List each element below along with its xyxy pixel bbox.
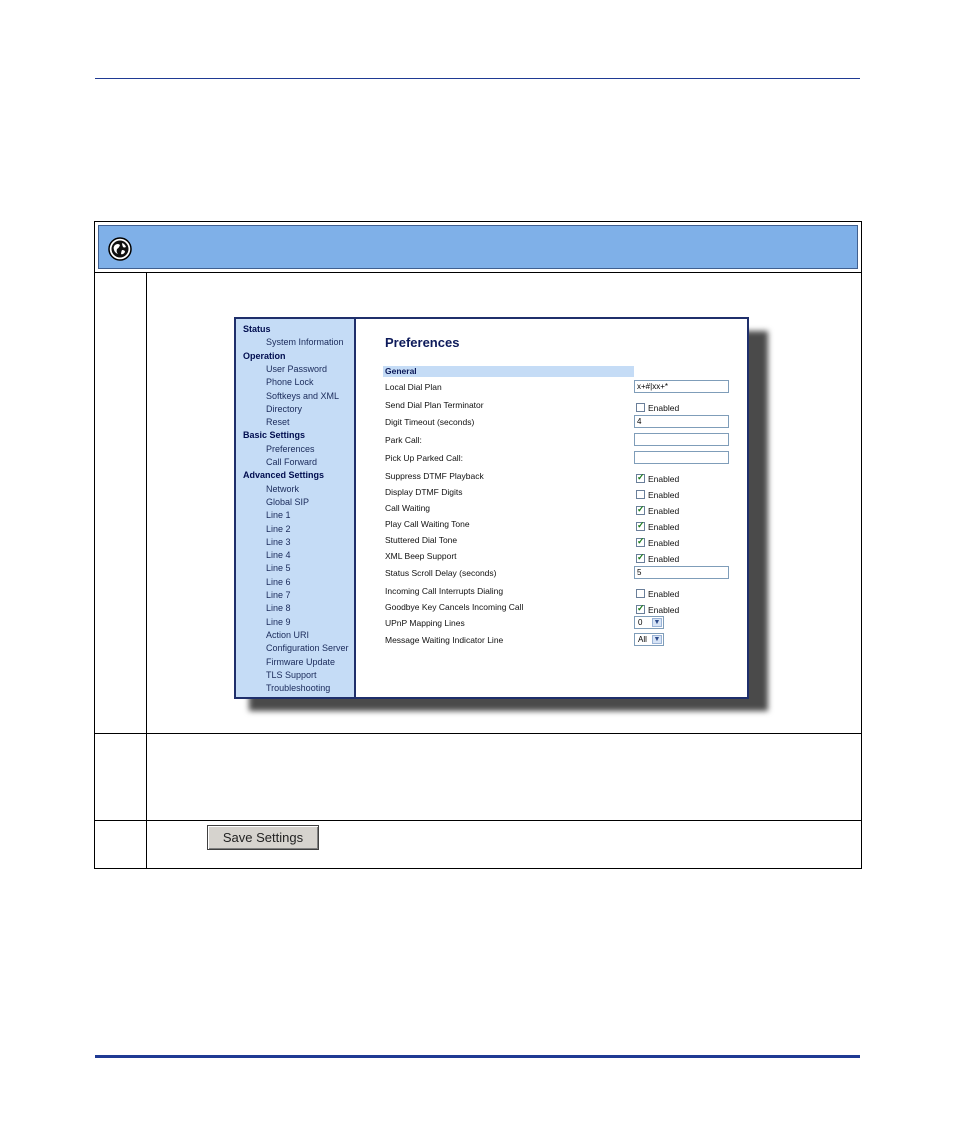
divider — [95, 820, 861, 821]
field-label-send-dial-plan-terminator: Send Dial Plan Terminator — [385, 400, 484, 410]
sidebar-item-softkeys-and-xml[interactable]: Softkeys and XML — [266, 391, 339, 401]
globe-icon — [108, 237, 132, 261]
section-header-general: General — [383, 366, 634, 377]
sidebar-item-line-3[interactable]: Line 3 — [266, 537, 291, 547]
divider — [95, 733, 861, 734]
save-settings-button[interactable]: Save Settings — [207, 825, 319, 850]
checkbox-label-enabled: Enabled — [648, 505, 680, 516]
sidebar-item-line-1[interactable]: Line 1 — [266, 510, 291, 520]
field-label-pick-up-parked-call: Pick Up Parked Call: — [385, 453, 463, 463]
field-label-display-dtmf-digits: Display DTMF Digits — [385, 487, 463, 497]
sidebar-nav: Status System Information Operation User Pa… — [236, 319, 356, 697]
sidebar-item-line-6[interactable]: Line 6 — [266, 577, 291, 587]
field-label-goodbye-key-cancels-incoming-call: Goodbye Key Cancels Incoming Call — [385, 602, 524, 612]
sidebar-item-preferences[interactable]: Preferences — [266, 444, 315, 454]
sidebar-item-line-8[interactable]: Line 8 — [266, 603, 291, 613]
bottom-rule — [95, 1055, 860, 1058]
sidebar-item-reset[interactable]: Reset — [266, 417, 290, 427]
display-dtmf-digits-checkbox[interactable] — [636, 490, 645, 500]
sidebar-item-line-7[interactable]: Line 7 — [266, 590, 291, 600]
nav-group-status: Status — [243, 324, 271, 334]
select-value: 0 — [638, 618, 643, 627]
sidebar-item-line-2[interactable]: Line 2 — [266, 524, 291, 534]
field-label-upnp-mapping-lines: UPnP Mapping Lines — [385, 618, 465, 628]
play-call-waiting-tone-checkbox[interactable] — [636, 520, 645, 532]
upnp-mapping-lines-select[interactable]: 0 ▼ — [634, 616, 664, 629]
call-waiting-checkbox[interactable] — [636, 504, 645, 516]
incoming-call-interrupts-dialing-checkbox[interactable] — [636, 589, 645, 599]
field-label-call-waiting: Call Waiting — [385, 503, 431, 513]
local-dial-plan-input[interactable]: x+#|xx+* — [634, 380, 729, 393]
sidebar-item-firmware-update[interactable]: Firmware Update — [266, 657, 335, 667]
nav-group-operation: Operation — [243, 350, 286, 361]
web-ui-screenshot: Status System Information Operation User Pa… — [234, 317, 749, 699]
sidebar-item-global-sip[interactable]: Global SIP — [266, 497, 309, 507]
status-scroll-delay-seconds-input[interactable]: 5 — [634, 566, 729, 579]
checkbox-label-enabled: Enabled — [648, 489, 680, 500]
chevron-down-icon[interactable]: ▼ — [652, 618, 662, 627]
sidebar-item-network[interactable]: Network — [266, 484, 299, 494]
page-title: Preferences — [385, 335, 460, 350]
checkbox-label-enabled: Enabled — [648, 402, 680, 413]
sidebar-item-line-5[interactable]: Line 5 — [266, 563, 291, 573]
sidebar-item-user-password[interactable]: User Password — [266, 364, 327, 374]
checkbox-label-enabled: Enabled — [648, 473, 680, 484]
field-label-stuttered-dial-tone: Stuttered Dial Tone — [385, 535, 458, 545]
stuttered-dial-tone-checkbox[interactable] — [636, 536, 645, 548]
field-label-play-call-waiting-tone: Play Call Waiting Tone — [385, 519, 470, 529]
sidebar-item-troubleshooting[interactable]: Troubleshooting — [266, 683, 330, 693]
checkbox-label-enabled: Enabled — [648, 521, 680, 532]
divider — [95, 272, 861, 273]
send-dial-plan-terminator-checkbox[interactable] — [636, 403, 645, 413]
chevron-down-icon[interactable]: ▼ — [652, 635, 662, 644]
goodbye-key-cancels-incoming-call-checkbox[interactable] — [636, 603, 645, 615]
checkbox-label-enabled: Enabled — [648, 604, 680, 615]
sidebar-item-line-4[interactable]: Line 4 — [266, 550, 291, 560]
suppress-dtmf-playback-checkbox[interactable] — [636, 472, 645, 484]
checkbox-label-enabled: Enabled — [648, 553, 680, 564]
select-value: All — [638, 635, 647, 644]
nav-group-advanced-settings: Advanced Settings — [243, 470, 325, 481]
field-label-message-waiting-indicator-line: Message Waiting Indicator Line — [385, 635, 504, 645]
field-label-incoming-call-interrupts-dialing: Incoming Call Interrupts Dialing — [385, 586, 504, 596]
nav-group-basic-settings: Basic Settings — [243, 430, 306, 441]
field-label-park-call: Park Call: — [385, 435, 422, 445]
field-label-suppress-dtmf-playback: Suppress DTMF Playback — [385, 471, 484, 481]
field-label-digit-timeout-seconds: Digit Timeout (seconds) — [385, 417, 475, 427]
checkbox-label-enabled: Enabled — [648, 588, 680, 599]
sidebar-item-tls-support[interactable]: TLS Support — [266, 670, 317, 680]
top-rule — [95, 78, 860, 79]
field-label-xml-beep-support: XML Beep Support — [385, 551, 457, 561]
field-label-local-dial-plan: Local Dial Plan — [385, 382, 442, 392]
sidebar-item-phone-lock[interactable]: Phone Lock — [266, 377, 314, 387]
checkbox-label-enabled: Enabled — [648, 537, 680, 548]
header-band — [98, 225, 858, 269]
column-divider — [146, 272, 147, 868]
xml-beep-support-checkbox[interactable] — [636, 552, 645, 564]
sidebar-item-configuration-server[interactable]: Configuration Server — [266, 643, 349, 653]
sidebar-item-action-uri[interactable]: Action URI — [266, 630, 309, 640]
field-label-status-scroll-delay-seconds: Status Scroll Delay (seconds) — [385, 568, 497, 578]
sidebar-item-call-forward[interactable]: Call Forward — [266, 457, 317, 467]
message-waiting-indicator-line-select[interactable]: All ▼ — [634, 633, 664, 646]
park-call-input[interactable] — [634, 433, 729, 446]
pick-up-parked-call-input[interactable] — [634, 451, 729, 464]
preferences-panel: Preferences General Local Dial Plan x+#|x… — [356, 319, 747, 697]
sidebar-item-directory[interactable]: Directory — [266, 404, 302, 414]
digit-timeout-seconds-input[interactable]: 4 — [634, 415, 729, 428]
sidebar-item-line-9[interactable]: Line 9 — [266, 617, 291, 627]
sidebar-item-system-information[interactable]: System Information — [266, 337, 344, 347]
